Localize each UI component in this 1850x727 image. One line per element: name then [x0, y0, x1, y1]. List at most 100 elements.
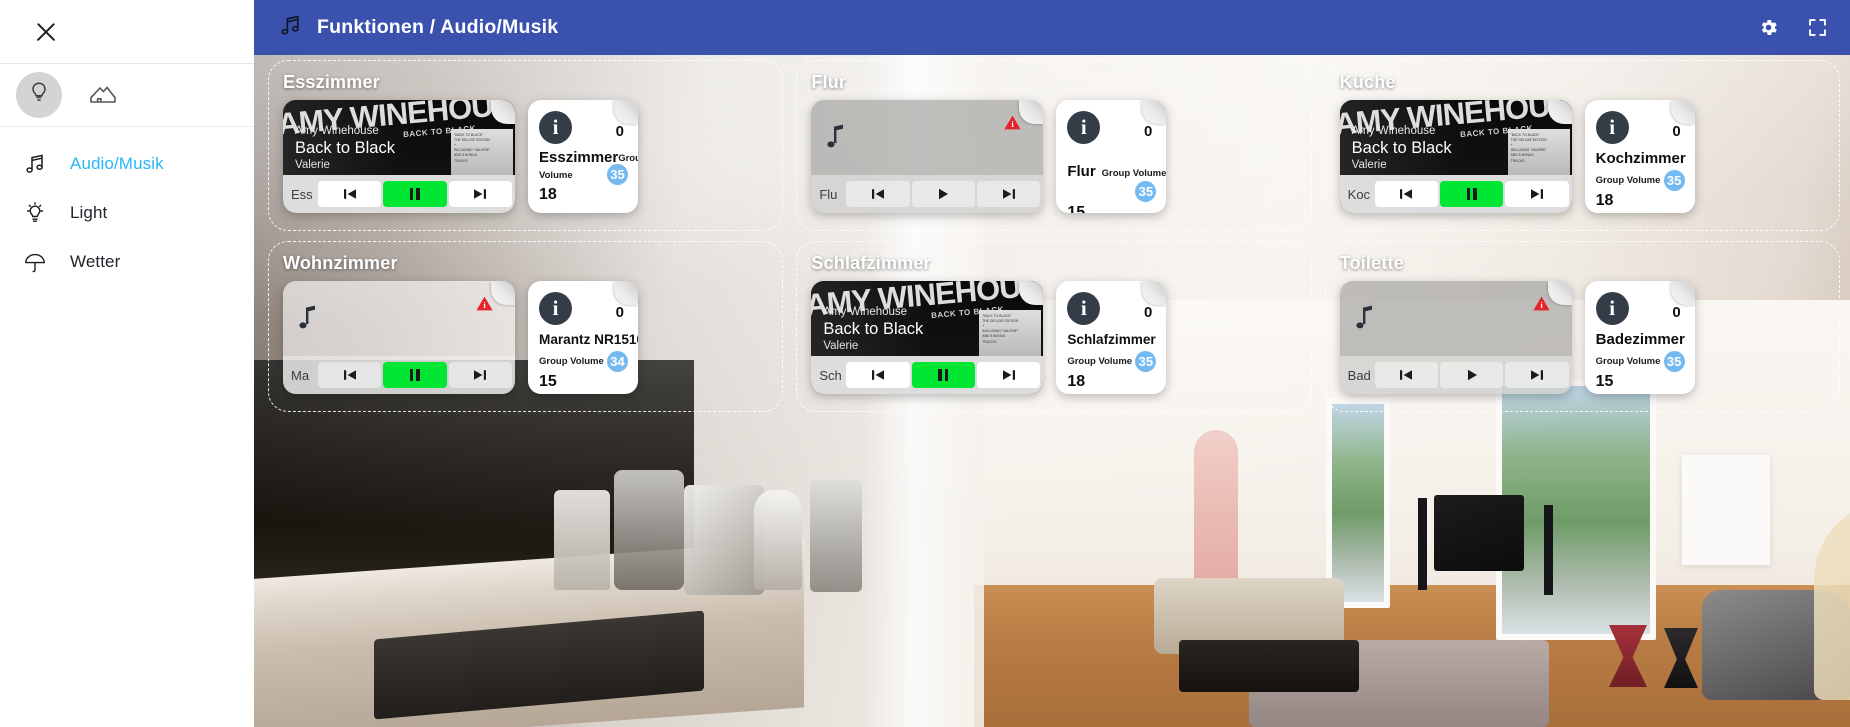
zone-info-card[interactable]: i 0 Badezimmer Group Volume 35 15 — [1584, 281, 1695, 394]
lighting-mode-button[interactable] — [16, 72, 62, 118]
zone-info-card[interactable]: i 0 Marantz NR1510 Group Volume 34 15 — [528, 281, 638, 394]
info-icon: i — [1595, 111, 1629, 144]
zone-volume-value: 15 — [1067, 204, 1086, 213]
bulb-icon — [28, 81, 50, 110]
info-icon: i — [539, 292, 572, 325]
media-player-card[interactable]: i Bad — [1339, 281, 1572, 394]
player-name-label: Sch — [819, 367, 842, 383]
media-player-card[interactable]: AMY WINEHOUSE BACK TO BLACK "BACK TO BLACK… — [283, 100, 515, 213]
room-group: Esszimmer AMY WINEHOUSE BACK TO BLACK "BACK… — [268, 60, 784, 231]
room-group: Toilette i Bad i 0 Badezimmer Group Volume 35 15 — [1324, 241, 1840, 412]
group-volume-label: Group Volume — [1595, 356, 1661, 367]
room-group-title: Toilette — [1339, 253, 1404, 273]
now-playing-meta: Amy Winehouse Back to Black Valerie — [823, 305, 923, 353]
sidebar-item-light[interactable]: Light — [0, 188, 254, 237]
room-group-title: Esszimmer — [283, 72, 380, 92]
info-card-header: i0 — [539, 111, 628, 144]
transport-controls: Ma — [283, 356, 515, 394]
info-card-header: i0 — [1067, 292, 1156, 325]
pause-button[interactable] — [1439, 181, 1504, 207]
play-button[interactable] — [911, 181, 975, 207]
track-album: Valerie — [1351, 159, 1387, 171]
group-volume-label: Group Volume — [539, 356, 604, 367]
zone-volume-value: 18 — [1067, 373, 1086, 390]
zone-info-card[interactable]: i 0 Kochzimmer Group Volume 35 18 — [1584, 100, 1695, 213]
media-player-card[interactable]: AMY WINEHOUSE BACK TO BLACK "BACK TO BLACK… — [1339, 100, 1572, 213]
info-icon: i — [1067, 111, 1101, 144]
sidebar-item-label: Wetter — [70, 251, 121, 271]
previous-track-button[interactable] — [318, 362, 382, 388]
next-track-button[interactable] — [976, 181, 1041, 207]
transport-controls: Bad — [1339, 356, 1572, 394]
zone-info-card[interactable]: i 0 Flur Group Volume 35 15 — [1056, 100, 1167, 213]
zone-volume-value: 15 — [539, 373, 557, 390]
previous-track-button[interactable] — [1374, 181, 1438, 207]
previous-track-button[interactable] — [846, 181, 910, 207]
pause-button[interactable] — [911, 362, 975, 388]
group-volume-label: Group Volume — [1101, 168, 1167, 179]
media-player-card[interactable]: AMY WINEHOUSE BACK TO BLACK "BACK TO BLACK… — [811, 281, 1044, 394]
room-cards: AMY WINEHOUSE BACK TO BLACK "BACK TO BLACK… — [283, 100, 768, 213]
group-volume-badge: 35 — [1663, 170, 1685, 191]
track-title: Back to Black — [295, 139, 395, 157]
room-cards: i Flu i 0 Flur Group Volume 35 15 — [811, 100, 1296, 213]
house-mode-button[interactable] — [80, 72, 126, 118]
zone-name: Esszimmer — [539, 149, 619, 166]
info-icon: i — [1595, 292, 1629, 325]
player-name-label: Bad — [1347, 367, 1371, 383]
previous-track-button[interactable] — [318, 181, 382, 207]
sidebar-item-label: Audio/Musik — [70, 153, 164, 173]
house-icon — [89, 81, 117, 110]
media-player-card[interactable]: i Ma — [283, 281, 515, 394]
transport-controls: Koc — [1339, 175, 1572, 213]
card-corner-fold — [1019, 100, 1044, 124]
warning-icon: i — [1004, 115, 1021, 135]
now-playing-meta: Amy Winehouse Back to Black Valerie — [295, 124, 395, 172]
zone-name: Schlafzimmer — [1067, 332, 1156, 347]
room-cards: i Bad i 0 Badezimmer Group Volume 35 15 — [1339, 281, 1825, 394]
previous-track-button[interactable] — [846, 362, 910, 388]
music-note-icon — [278, 13, 303, 43]
zone-name: Marantz NR1510 — [539, 332, 638, 347]
next-track-button[interactable] — [976, 362, 1041, 388]
play-button[interactable] — [1439, 362, 1504, 388]
group-volume-badge: 35 — [1135, 181, 1157, 202]
next-track-button[interactable] — [1505, 181, 1569, 207]
info-icon: i — [539, 111, 572, 144]
previous-track-button[interactable] — [1374, 362, 1438, 388]
track-artist: Amy Winehouse — [823, 306, 908, 318]
room-group: Schlafzimmer AMY WINEHOUSE BACK TO BLACK "B… — [796, 241, 1312, 412]
fullscreen-icon[interactable] — [1807, 17, 1828, 38]
next-track-button[interactable] — [448, 362, 512, 388]
pause-button[interactable] — [383, 181, 447, 207]
umbrella-icon — [20, 250, 50, 274]
pause-button[interactable] — [383, 362, 447, 388]
sidebar-header — [0, 0, 254, 64]
app-root: Audio/Musik Light Wetter Funktionen / Au… — [0, 0, 1850, 727]
sidebar-item-wetter[interactable]: Wetter — [0, 237, 254, 286]
zone-volume-value: 15 — [1595, 373, 1614, 390]
group-volume-badge: 35 — [607, 164, 628, 185]
now-playing-meta: Amy Winehouse Back to Black Valerie — [1352, 124, 1452, 172]
light-bulb-icon — [20, 201, 50, 225]
next-track-button[interactable] — [1505, 362, 1569, 388]
functions-grid-area: Esszimmer AMY WINEHOUSE BACK TO BLACK "BACK… — [254, 55, 1850, 727]
gear-icon[interactable] — [1758, 17, 1779, 38]
zone-info-card[interactable]: i 0 Schlafzimmer Group Volume 35 18 — [1056, 281, 1167, 394]
transport-controls: Sch — [811, 356, 1044, 394]
zone-info-card[interactable]: i0 EsszimmerGroup Volume 35 18 — [528, 100, 638, 213]
card-corner-fold — [491, 281, 515, 305]
close-icon[interactable] — [32, 18, 60, 46]
artwork-backcover: "BACK TO BLACK" THE DELUXE EDITION + INCLUD… — [1507, 129, 1570, 175]
sidebar-item-audio-musik[interactable]: Audio/Musik — [0, 139, 254, 188]
media-player-card[interactable]: i Flu — [811, 100, 1044, 213]
room-group-title: Schlafzimmer — [811, 253, 931, 273]
info-card-header: i0 — [1595, 292, 1685, 325]
music-note-icon — [297, 303, 319, 338]
next-track-button[interactable] — [448, 181, 512, 207]
card-corner-fold — [1547, 281, 1572, 305]
room-group-title: Küche — [1339, 72, 1396, 92]
zone-volume-value: 18 — [539, 186, 557, 203]
room-group: Wohnzimmer i Ma i 0 Marantz NR1510 Group Volum… — [268, 241, 784, 412]
transport-controls: Flu — [811, 175, 1044, 213]
